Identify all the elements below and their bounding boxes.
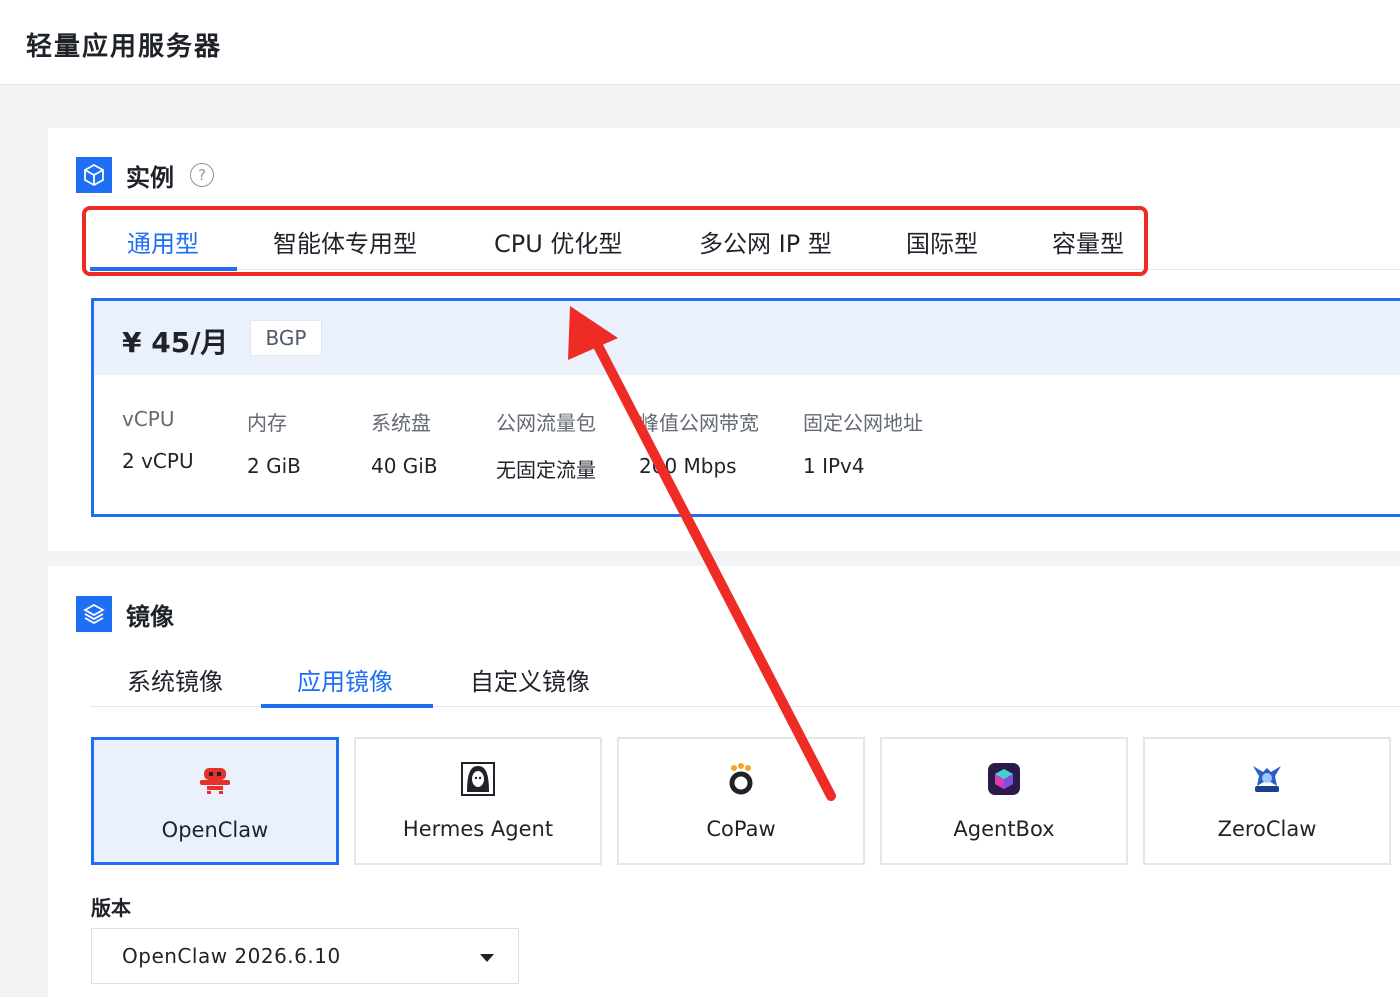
spec-label: 系统盘	[371, 411, 431, 435]
app-name: Hermes Agent	[402, 817, 554, 841]
version-label: 版本	[91, 896, 131, 920]
app-name: AgentBox	[953, 817, 1055, 841]
image-tabs: 系统镜像 应用镜像 自定义镜像	[90, 662, 1400, 708]
agentbox-icon	[986, 761, 1022, 797]
image-section: 镜像 系统镜像 应用镜像 自定义镜像 OpenClaw Hermes Agent…	[48, 566, 1400, 997]
spec-system-disk: 系统盘 40 GiB	[371, 407, 438, 478]
app-card-agentbox[interactable]: AgentBox	[880, 737, 1128, 865]
caret-down-icon	[480, 954, 494, 962]
app-name: OpenClaw	[161, 818, 269, 842]
spec-value: 200 Mbps	[639, 454, 737, 478]
spec-label: vCPU	[122, 407, 175, 431]
version-select-value: OpenClaw 2026.6.10	[122, 944, 341, 968]
instance-section: 实例 ? 通用型 智能体专用型 CPU 优化型 多公网 IP 型 国际型 容量型…	[48, 128, 1400, 551]
openclaw-icon	[197, 762, 233, 798]
tab-system-image[interactable]: 系统镜像	[127, 662, 223, 697]
spec-label: 内存	[247, 411, 287, 435]
spec-label: 峰值公网带宽	[639, 411, 759, 435]
spec-memory: 内存 2 GiB	[247, 407, 301, 478]
layers-icon	[76, 596, 112, 632]
network-badge: BGP	[250, 320, 322, 356]
hermes-agent-icon	[460, 761, 496, 797]
spec-value: 2 vCPU	[122, 449, 194, 473]
copaw-icon	[723, 761, 759, 797]
app-card-zeroclaw[interactable]: ZeroClaw	[1143, 737, 1391, 865]
spec-vcpu: vCPU 2 vCPU	[122, 407, 194, 473]
question-circle-icon[interactable]: ?	[190, 163, 214, 187]
version-select[interactable]: OpenClaw 2026.6.10	[91, 928, 519, 984]
spec-peak-bandwidth: 峰值公网带宽 200 Mbps	[639, 407, 759, 478]
tab-custom-image[interactable]: 自定义镜像	[470, 662, 590, 697]
instance-header: 实例 ?	[76, 157, 214, 193]
top-bar: 轻量应用服务器	[0, 0, 1400, 85]
spec-label: 固定公网地址	[803, 411, 923, 435]
active-tab-indicator	[261, 704, 433, 708]
spec-label: 公网流量包	[496, 411, 596, 435]
app-name: CoPaw	[706, 817, 776, 841]
plan-header: ¥ 45/月 BGP	[94, 301, 1400, 375]
spec-value: 无固定流量	[496, 458, 596, 482]
zeroclaw-icon	[1249, 761, 1285, 797]
spec-fixed-ip: 固定公网地址 1 IPv4	[803, 407, 923, 478]
spec-value: 1 IPv4	[803, 454, 865, 478]
plan-price: ¥ 45/月	[122, 326, 229, 359]
image-title: 镜像	[126, 602, 174, 631]
annotation-highlight-box	[82, 206, 1148, 276]
spec-value: 2 GiB	[247, 454, 301, 478]
plan-card[interactable]: ¥ 45/月 BGP vCPU 2 vCPU 内存 2 GiB 系统盘 40 G…	[91, 298, 1400, 517]
instance-title: 实例	[126, 163, 174, 192]
tab-app-image[interactable]: 应用镜像	[297, 662, 393, 697]
page-title: 轻量应用服务器	[26, 32, 223, 62]
app-card-hermes-agent[interactable]: Hermes Agent	[354, 737, 602, 865]
app-card-copaw[interactable]: CoPaw	[617, 737, 865, 865]
spec-value: 40 GiB	[371, 454, 438, 478]
spec-traffic-package: 公网流量包 无固定流量	[496, 407, 596, 483]
image-header: 镜像	[76, 596, 174, 632]
cube-icon	[76, 157, 112, 193]
app-name: ZeroClaw	[1217, 817, 1317, 841]
app-card-openclaw[interactable]: OpenClaw	[91, 737, 339, 865]
